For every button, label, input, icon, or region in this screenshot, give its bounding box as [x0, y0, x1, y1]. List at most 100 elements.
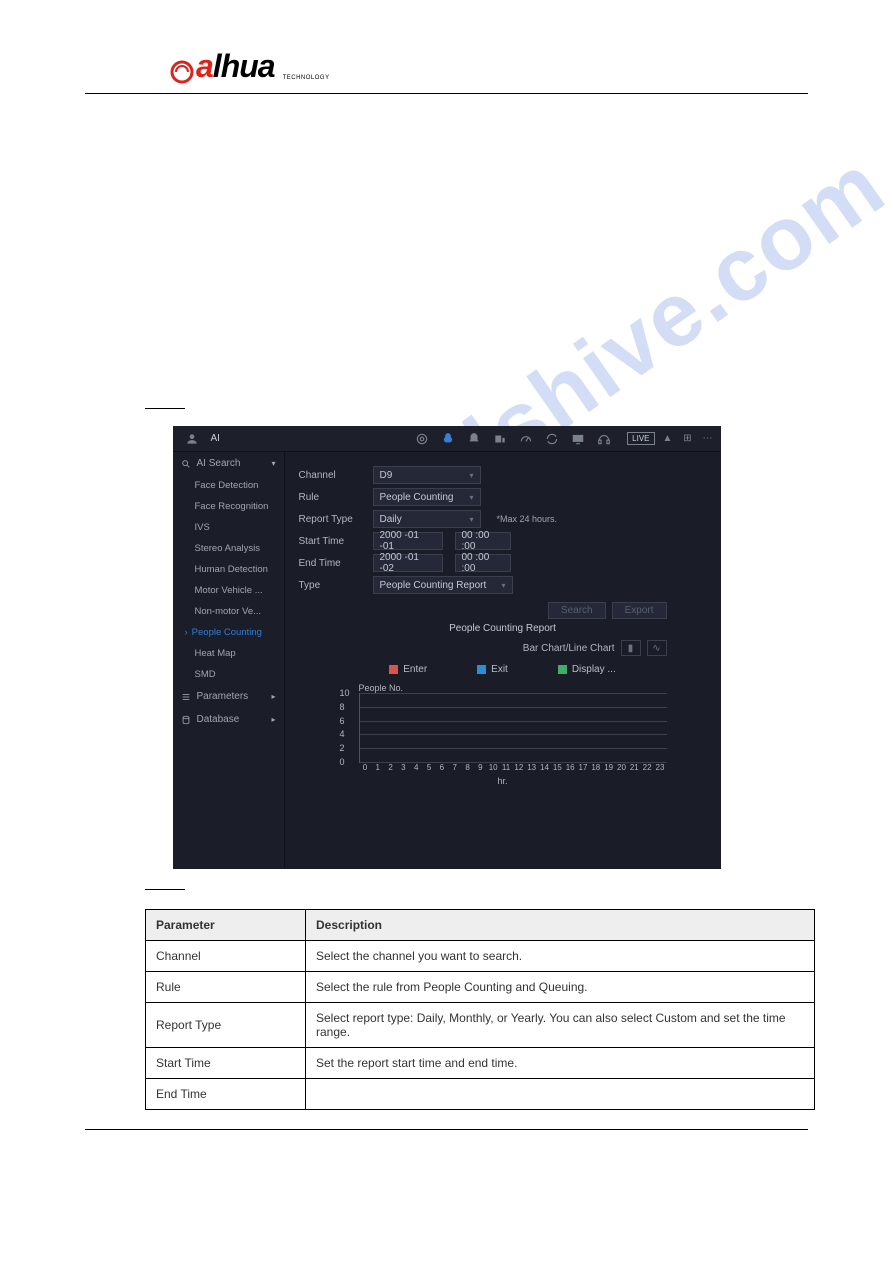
row-rule: Rule People Counting ▾ [299, 488, 707, 506]
select-value: People Counting [380, 492, 454, 503]
y-tick: 6 [340, 716, 345, 726]
x-tick: 0 [359, 763, 372, 772]
gauge-icon[interactable] [516, 429, 536, 449]
legend-label: Display ... [572, 664, 616, 675]
sidebar-section-parameters[interactable]: Parameters ▸ [173, 685, 284, 708]
refresh-icon[interactable] [542, 429, 562, 449]
sidebar-item[interactable]: Face Recognition [173, 496, 284, 517]
sidebar-item[interactable]: Motor Vehicle ... [173, 580, 284, 601]
legend-display[interactable]: Display ... [558, 664, 616, 675]
sidebar-section-label: Parameters [197, 691, 249, 702]
dropdown-icon: ▾ [469, 493, 473, 502]
x-tick: 5 [423, 763, 436, 772]
search-section-icon [181, 459, 191, 469]
sidebar-section-ai-search[interactable]: AI Search ▾ [173, 452, 284, 475]
label-start-time: Start Time [299, 536, 365, 547]
brain-icon[interactable] [438, 429, 458, 449]
select-channel[interactable]: D9▾ [373, 466, 481, 484]
monitor-icon[interactable] [568, 429, 588, 449]
swatch-display [558, 665, 567, 674]
chevron-down-icon: ▾ [271, 459, 275, 468]
x-tick: 15 [551, 763, 564, 772]
sidebar-item[interactable]: People Counting [173, 622, 284, 643]
sidebar-item[interactable]: Non-motor Ve... [173, 601, 284, 622]
x-tick: 7 [448, 763, 461, 772]
grid-line [360, 707, 667, 708]
cell-parameter: End Time [146, 1079, 306, 1110]
user-icon[interactable]: ▲ [661, 432, 675, 446]
legend-label: Enter [403, 664, 427, 675]
legend-enter[interactable]: Enter [389, 664, 427, 675]
grid-line [360, 734, 667, 735]
y-tick: 10 [340, 688, 350, 698]
sidebar-item[interactable]: Stereo Analysis [173, 538, 284, 559]
x-tick: 19 [602, 763, 615, 772]
x-tick: 10 [487, 763, 500, 772]
app-screenshot: AI LIVE ▲ ⊞ ⋯ AI Search ▾ Face [173, 426, 721, 869]
grid-line [360, 748, 667, 749]
chart-area: People No. 0246810 012345678910111213141… [329, 683, 677, 786]
label-rule: Rule [299, 492, 365, 503]
row-report-type: Report Type Daily▾ *Max 24 hours. [299, 510, 707, 528]
logo-swirl-icon [170, 59, 194, 85]
input-end-date[interactable]: 2000 -01 -02 [373, 554, 443, 572]
cell-parameter: Report Type [146, 1003, 306, 1048]
x-tick: 8 [461, 763, 474, 772]
chart-toggle-row: Bar Chart/Line Chart ▮ ∿ [299, 640, 707, 656]
select-rule[interactable]: People Counting ▾ [373, 488, 481, 506]
grid-icon[interactable]: ⊞ [681, 432, 695, 446]
row-start-time: Start Time 2000 -01 -01 00 :00 :00 [299, 532, 707, 550]
logo-subtext: TECHNOLOGY [283, 75, 330, 81]
ai-face-icon [182, 429, 202, 449]
x-tick: 14 [538, 763, 551, 772]
chevron-right-icon: ▸ [271, 692, 275, 701]
target-icon[interactable] [412, 429, 432, 449]
input-end-time[interactable]: 00 :00 :00 [455, 554, 511, 572]
y-tick: 0 [340, 757, 345, 767]
sidebar-section-database[interactable]: Database ▸ [173, 708, 284, 731]
table-row: RuleSelect the rule from People Counting… [146, 972, 815, 1003]
grid-line [360, 693, 667, 694]
sidebar-item[interactable]: IVS [173, 517, 284, 538]
select-value: Daily [380, 514, 402, 525]
legend-exit[interactable]: Exit [477, 664, 508, 675]
row-channel: Channel D9▾ [299, 466, 707, 484]
page-footer-rule [85, 1129, 808, 1130]
select-report-type[interactable]: Daily▾ [373, 510, 481, 528]
app-titlebar: AI LIVE ▲ ⊞ ⋯ [173, 426, 721, 452]
x-tick: 11 [500, 763, 513, 772]
select-type[interactable]: People Counting Report▾ [373, 576, 513, 594]
sidebar-item[interactable]: Human Detection [173, 559, 284, 580]
more-icon[interactable]: ⋯ [701, 432, 715, 446]
cell-parameter: Rule [146, 972, 306, 1003]
line-chart-icon[interactable]: ∿ [647, 640, 667, 656]
export-button[interactable]: Export [612, 602, 667, 619]
x-tick: 22 [641, 763, 654, 772]
chevron-right-icon: ▸ [271, 715, 275, 724]
x-tick: 21 [628, 763, 641, 772]
label-report-type: Report Type [299, 514, 365, 525]
bar-chart-icon[interactable]: ▮ [621, 640, 641, 656]
swatch-exit [477, 665, 486, 674]
sidebar-item[interactable]: Heat Map [173, 643, 284, 664]
search-button[interactable]: Search [548, 602, 606, 619]
cell-description [306, 1079, 815, 1110]
x-tick: 2 [384, 763, 397, 772]
input-start-time[interactable]: 00 :00 :00 [455, 532, 511, 550]
sidebar-item[interactable]: Face Detection [173, 475, 284, 496]
time-value: 00 :00 :00 [462, 552, 504, 574]
cell-description: Select report type: Daily, Monthly, or Y… [306, 1003, 815, 1048]
legend-label: Exit [491, 664, 508, 675]
live-badge[interactable]: LIVE [627, 432, 654, 445]
brand-logo: alhua TECHNOLOGY [170, 48, 330, 85]
x-tick: 16 [564, 763, 577, 772]
input-start-date[interactable]: 2000 -01 -01 [373, 532, 443, 550]
sidebar-section-label: AI Search [197, 458, 241, 469]
sidebar-item[interactable]: SMD [173, 664, 284, 685]
table-row: End Time [146, 1079, 815, 1110]
device-icon[interactable] [490, 429, 510, 449]
database-icon [181, 715, 191, 725]
cell-parameter: Channel [146, 941, 306, 972]
headset-icon[interactable] [594, 429, 614, 449]
bell-icon[interactable] [464, 429, 484, 449]
